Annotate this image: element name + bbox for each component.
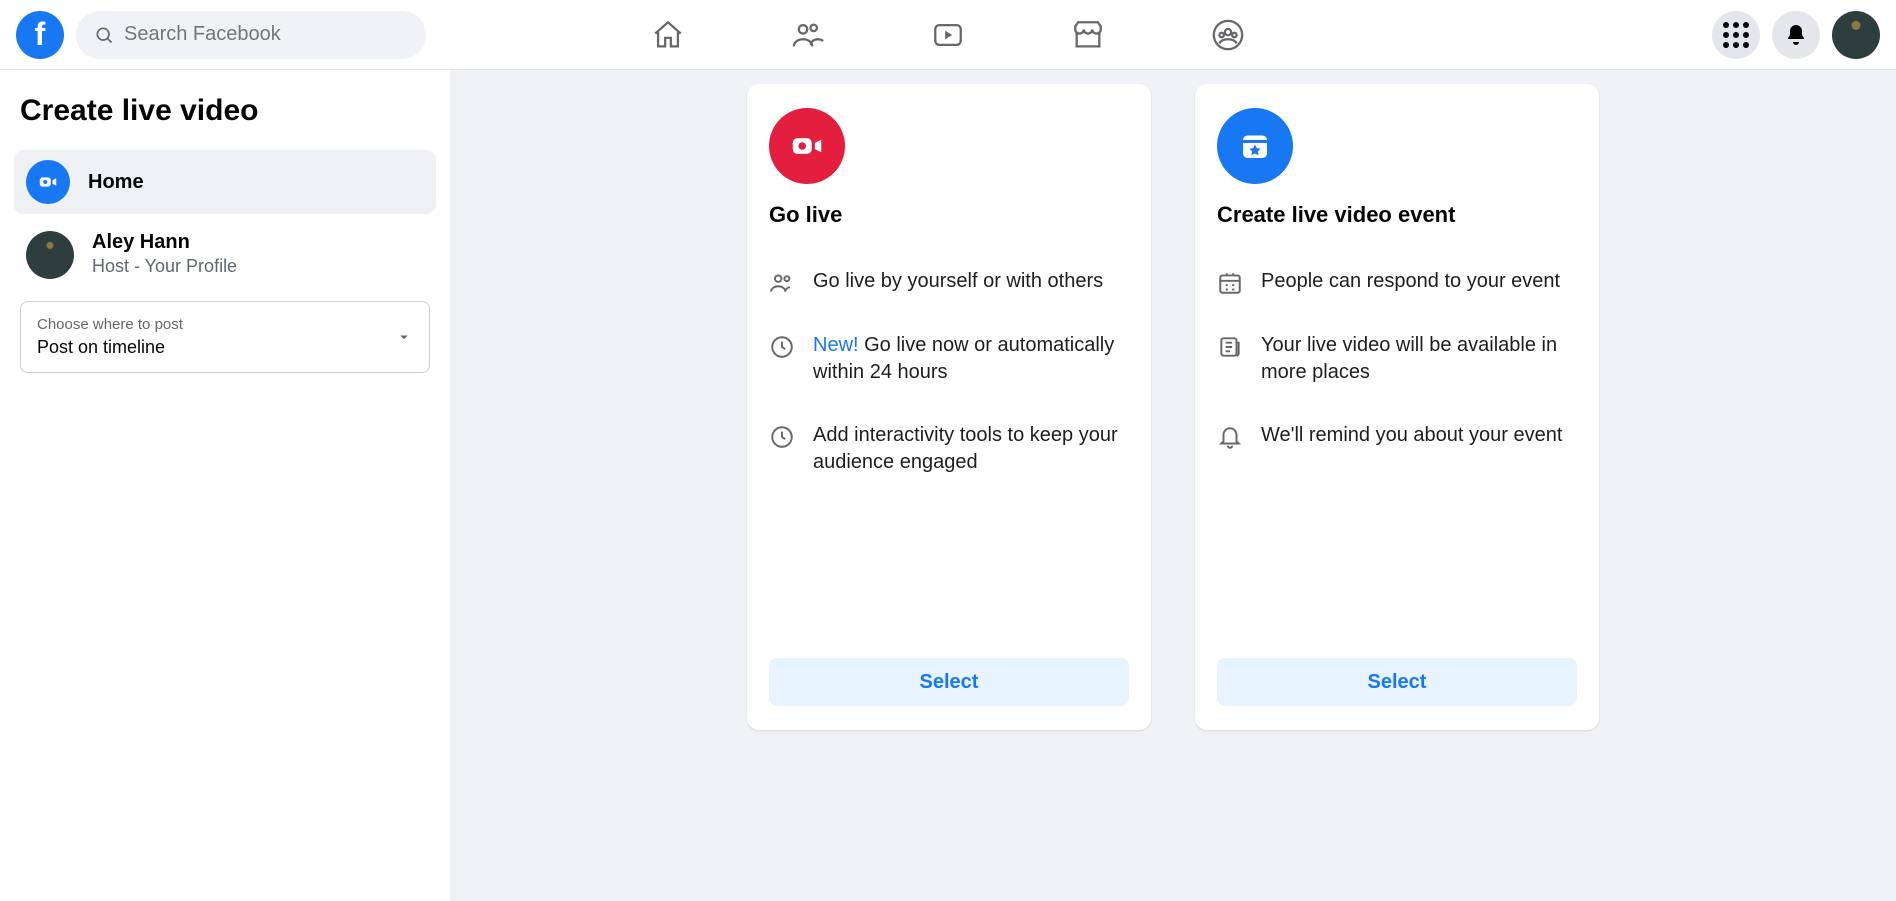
bell-icon <box>1784 23 1808 47</box>
card-go-live: Go live Go live by yourself or with othe… <box>747 84 1151 730</box>
groups-icon <box>1211 18 1245 52</box>
feature-text: Your live video will be available in mor… <box>1261 332 1577 386</box>
main-area: Go live Go live by yourself or with othe… <box>450 70 1896 901</box>
watch-icon <box>931 18 965 52</box>
center-nav <box>648 15 1248 55</box>
clock-icon <box>769 334 795 360</box>
people-icon <box>769 270 795 296</box>
notifications-button[interactable] <box>1772 11 1820 59</box>
live-icon <box>26 160 70 204</box>
page-title: Create live video <box>20 94 430 128</box>
feature-text: We'll remind you about your event <box>1261 422 1562 449</box>
top-bar: f <box>0 0 1896 70</box>
nav-friends[interactable] <box>788 15 828 55</box>
search-input[interactable] <box>124 23 408 46</box>
sidebar-item-home[interactable]: Home <box>14 150 436 214</box>
feature-text: Go live by yourself or with others <box>813 268 1103 295</box>
post-select-label: Choose where to post <box>37 314 183 335</box>
feature-item: Add interactivity tools to keep your aud… <box>769 422 1129 476</box>
profile-role: Host - Your Profile <box>92 254 237 279</box>
card-title: Create live video event <box>1217 202 1577 228</box>
event-icon <box>1217 108 1293 184</box>
card-title: Go live <box>769 202 1129 228</box>
home-icon <box>651 18 685 52</box>
nav-groups[interactable] <box>1208 15 1248 55</box>
facebook-logo[interactable]: f <box>16 11 64 59</box>
news-icon <box>1217 334 1243 360</box>
feature-item: Your live video will be available in mor… <box>1217 332 1577 386</box>
select-go-live-button[interactable]: Select <box>769 658 1129 706</box>
post-select-value: Post on timeline <box>37 335 183 360</box>
search-icon <box>94 25 114 45</box>
feature-item: We'll remind you about your event <box>1217 422 1577 450</box>
feature-item: Go live by yourself or with others <box>769 268 1129 296</box>
feature-text: Add interactivity tools to keep your aud… <box>813 422 1129 476</box>
nav-watch[interactable] <box>928 15 968 55</box>
nav-home[interactable] <box>648 15 688 55</box>
account-avatar[interactable] <box>1832 11 1880 59</box>
post-destination-select[interactable]: Choose where to post Post on timeline <box>20 301 430 373</box>
sidebar-profile[interactable]: Aley Hann Host - Your Profile <box>14 214 436 295</box>
go-live-icon <box>769 108 845 184</box>
feature-text: New! Go live now or automatically within… <box>813 332 1129 386</box>
marketplace-icon <box>1071 18 1105 52</box>
feature-item: People can respond to your event <box>1217 268 1577 296</box>
grid-icon <box>1723 22 1749 48</box>
chevron-down-icon <box>395 328 413 346</box>
nav-marketplace[interactable] <box>1068 15 1108 55</box>
feature-text: People can respond to your event <box>1261 268 1560 295</box>
select-create-event-button[interactable]: Select <box>1217 658 1577 706</box>
profile-name: Aley Hann <box>92 230 237 254</box>
avatar <box>26 231 74 279</box>
bell-outline-icon <box>1217 424 1243 450</box>
clock-icon <box>769 424 795 450</box>
right-cluster <box>1712 11 1880 59</box>
sidebar: Create live video Home Aley Hann Host - … <box>0 70 450 901</box>
feature-item: New! Go live now or automatically within… <box>769 332 1129 386</box>
search-box[interactable] <box>76 11 426 59</box>
card-create-event: Create live video event People can respo… <box>1195 84 1599 730</box>
menu-button[interactable] <box>1712 11 1760 59</box>
calendar-icon <box>1217 270 1243 296</box>
sidebar-item-label: Home <box>88 171 144 194</box>
friends-icon <box>791 18 825 52</box>
